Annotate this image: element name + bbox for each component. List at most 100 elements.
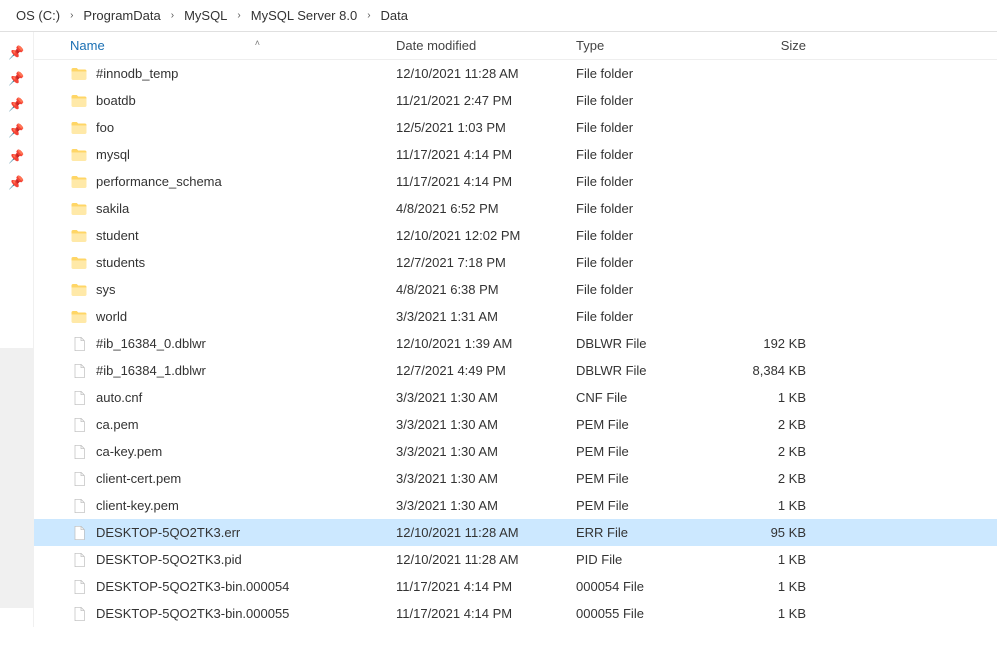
file-row[interactable]: ca-key.pem3/3/2021 1:30 AMPEM File2 KB [34, 438, 997, 465]
folder-row[interactable]: #innodb_temp12/10/2021 11:28 AMFile fold… [34, 60, 997, 87]
breadcrumb-item[interactable]: MySQL Server 8.0 [245, 6, 363, 25]
breadcrumb-item[interactable]: OS (C:) [10, 6, 66, 25]
file-size: 192 KB [716, 336, 826, 351]
file-type: File folder [576, 309, 716, 324]
file-type: DBLWR File [576, 363, 716, 378]
folder-row[interactable]: boatdb 11/21/2021 2:47 PMFile folder [34, 87, 997, 114]
file-name: #ib_16384_1.dblwr [96, 363, 206, 378]
file-date: 11/17/2021 4:14 PM [396, 579, 576, 594]
file-type: File folder [576, 228, 716, 243]
column-headers: Name ˄ Date modified Type Size [34, 32, 997, 60]
folder-row[interactable]: students12/7/2021 7:18 PMFile folder [34, 249, 997, 276]
file-date: 3/3/2021 1:30 AM [396, 417, 576, 432]
file-date: 11/17/2021 4:14 PM [396, 147, 576, 162]
file-row[interactable]: DESKTOP-5QO2TK3.pid12/10/2021 11:28 AMPI… [34, 546, 997, 573]
folder-icon [70, 254, 88, 272]
file-size: 1 KB [716, 498, 826, 513]
file-date: 11/17/2021 4:14 PM [396, 606, 576, 621]
file-date: 3/3/2021 1:30 AM [396, 444, 576, 459]
file-row[interactable]: client-cert.pem3/3/2021 1:30 AMPEM File2… [34, 465, 997, 492]
file-name: sakila [96, 201, 129, 216]
chevron-right-icon: › [367, 10, 370, 21]
folder-row[interactable]: sys4/8/2021 6:38 PMFile folder [34, 276, 997, 303]
folder-row[interactable]: mysql 11/17/2021 4:14 PMFile folder [34, 141, 997, 168]
file-list: Name ˄ Date modified Type Size #innodb_t… [34, 32, 997, 627]
file-type: File folder [576, 147, 716, 162]
folder-row[interactable]: performance_schema11/17/2021 4:14 PMFile… [34, 168, 997, 195]
chevron-right-icon: › [237, 10, 240, 21]
column-header-size[interactable]: Size [716, 38, 826, 53]
file-date: 3/3/2021 1:30 AM [396, 498, 576, 513]
file-name: boatdb [96, 93, 136, 108]
folder-icon [70, 173, 88, 191]
file-icon [70, 524, 88, 542]
file-date: 12/10/2021 1:39 AM [396, 336, 576, 351]
file-name: mysql [96, 147, 130, 162]
file-icon [70, 578, 88, 596]
column-header-type[interactable]: Type [576, 38, 716, 53]
file-icon [70, 416, 88, 434]
pin-icon[interactable]: 📌 [0, 92, 33, 118]
pin-icon[interactable]: 📌 [0, 40, 33, 66]
file-type: File folder [576, 93, 716, 108]
file-name: performance_schema [96, 174, 222, 189]
breadcrumb-item[interactable]: Data [375, 6, 414, 25]
breadcrumb-item[interactable]: MySQL [178, 6, 233, 25]
file-type: PEM File [576, 444, 716, 459]
pin-icon[interactable]: 📌 [0, 170, 33, 196]
folder-row[interactable]: sakila4/8/2021 6:52 PMFile folder [34, 195, 997, 222]
file-row[interactable]: auto.cnf3/3/2021 1:30 AMCNF File1 KB [34, 384, 997, 411]
pin-icon[interactable]: 📌 [0, 66, 33, 92]
file-type: PEM File [576, 498, 716, 513]
file-date: 4/8/2021 6:38 PM [396, 282, 576, 297]
file-size: 1 KB [716, 552, 826, 567]
file-type: File folder [576, 282, 716, 297]
folder-row[interactable]: student12/10/2021 12:02 PMFile folder [34, 222, 997, 249]
file-name: DESKTOP-5QO2TK3-bin.000055 [96, 606, 289, 621]
folder-row[interactable]: world3/3/2021 1:31 AMFile folder [34, 303, 997, 330]
file-row[interactable]: #ib_16384_0.dblwr12/10/2021 1:39 AMDBLWR… [34, 330, 997, 357]
file-type: File folder [576, 174, 716, 189]
file-size: 8,384 KB [716, 363, 826, 378]
column-header-name[interactable]: Name ˄ [34, 38, 396, 53]
folder-icon [70, 308, 88, 326]
file-icon [70, 470, 88, 488]
file-name: foo [96, 120, 114, 135]
main: 📌 📌 📌 📌 📌 📌 Name ˄ Date modified Type Si… [0, 32, 997, 627]
column-header-date[interactable]: Date modified [396, 38, 576, 53]
file-type: PEM File [576, 417, 716, 432]
file-row[interactable]: DESKTOP-5QO2TK3-bin.000054 11/17/2021 4:1… [34, 573, 997, 600]
file-icon [70, 551, 88, 569]
file-name: DESKTOP-5QO2TK3-bin.000054 [96, 579, 289, 594]
file-name: #ib_16384_0.dblwr [96, 336, 206, 351]
pin-icon[interactable]: 📌 [0, 118, 33, 144]
file-row[interactable]: #ib_16384_1.dblwr12/7/2021 4:49 PMDBLWR … [34, 357, 997, 384]
folder-icon [70, 92, 88, 110]
file-row[interactable]: client-key.pem3/3/2021 1:30 AMPEM File1 … [34, 492, 997, 519]
file-date: 11/21/2021 2:47 PM [396, 93, 576, 108]
breadcrumb: OS (C:) › ProgramData › MySQL › MySQL Server 8… [0, 0, 997, 32]
file-name: DESKTOP-5QO2TK3.pid [96, 552, 242, 567]
file-name: world [96, 309, 127, 324]
file-icon [70, 443, 88, 461]
chevron-right-icon: › [70, 10, 73, 21]
file-icon [70, 605, 88, 623]
sidebar-block [0, 348, 33, 608]
pin-icon[interactable]: 📌 [0, 144, 33, 170]
file-size: 1 KB [716, 606, 826, 621]
file-size: 1 KB [716, 390, 826, 405]
file-row[interactable]: ca.pem3/3/2021 1:30 AMPEM File2 KB [34, 411, 997, 438]
file-name: auto.cnf [96, 390, 142, 405]
file-date: 3/3/2021 1:30 AM [396, 390, 576, 405]
file-row[interactable]: DESKTOP-5QO2TK3.err12/10/2021 11:28 AMER… [34, 519, 997, 546]
file-date: 12/10/2021 12:02 PM [396, 228, 576, 243]
file-date: 4/8/2021 6:52 PM [396, 201, 576, 216]
file-icon [70, 362, 88, 380]
folder-row[interactable]: foo12/5/2021 1:03 PMFile folder [34, 114, 997, 141]
file-icon [70, 335, 88, 353]
folder-icon [70, 146, 88, 164]
file-row[interactable]: DESKTOP-5QO2TK3-bin.000055 11/17/2021 4:1… [34, 600, 997, 627]
folder-icon [70, 281, 88, 299]
breadcrumb-item[interactable]: ProgramData [77, 6, 166, 25]
file-date: 3/3/2021 1:30 AM [396, 471, 576, 486]
